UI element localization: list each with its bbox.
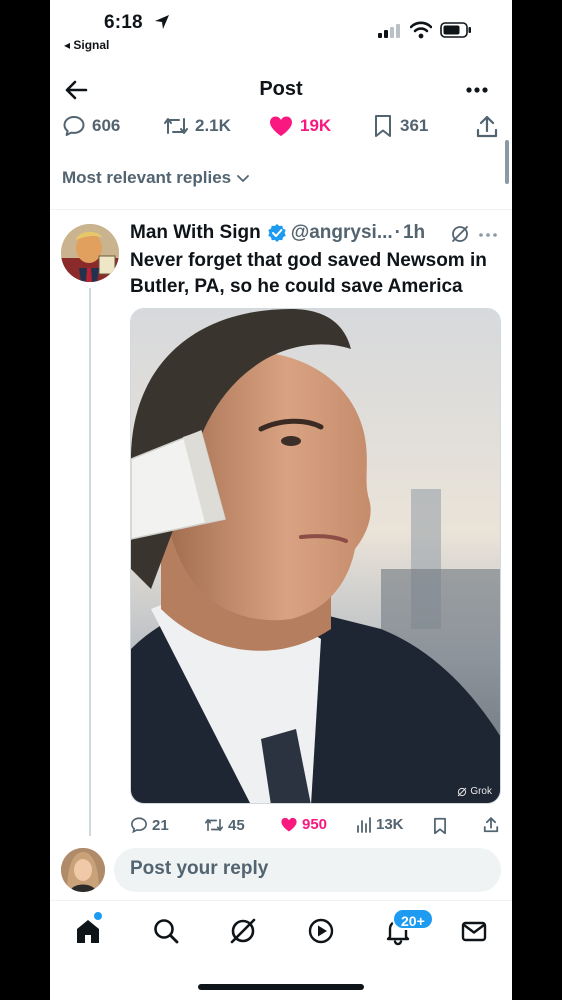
reply-icon (131, 817, 147, 834)
reply-button[interactable]: 21 (130, 816, 169, 834)
grok-watermark-label: Grok (470, 786, 492, 797)
heart-filled-icon (281, 817, 297, 832)
phone-screen: 6:18 ◂ Signal Post 606 2.1K 19K 361 Most… (50, 0, 512, 1000)
wifi-icon (410, 21, 432, 39)
cellular-signal-icon (378, 24, 400, 38)
home-unread-dot (94, 912, 102, 920)
search-icon[interactable] (150, 915, 182, 947)
location-arrow-icon (155, 15, 169, 29)
divider (50, 209, 512, 210)
status-bar: 6:18 ◂ Signal (50, 0, 512, 60)
reply-like-count: 950 (302, 816, 328, 833)
messages-envelope-icon[interactable] (458, 915, 490, 947)
reply-more-icon[interactable] (478, 232, 498, 238)
like-count-button[interactable]: 19K (268, 114, 331, 138)
like-button[interactable]: 950 (280, 816, 327, 833)
reply-input[interactable]: Post your reply (114, 848, 501, 892)
portrait-image (131, 309, 500, 803)
author-handle[interactable]: @angrysi... (291, 222, 393, 244)
bookmark-icon[interactable] (432, 817, 448, 835)
reply-count-button[interactable]: 606 (62, 114, 120, 138)
grok-tab-icon[interactable] (227, 915, 259, 947)
share-icon[interactable] (482, 816, 500, 834)
thread-line (89, 288, 91, 836)
home-indicator[interactable] (198, 984, 364, 990)
bookmark-count-button[interactable]: 361 (372, 114, 428, 138)
avatar-image (61, 224, 119, 282)
reply-repost-count: 45 (228, 816, 245, 834)
post-stats-row: 606 2.1K 19K 361 (50, 112, 512, 142)
chevron-down-icon (237, 175, 250, 182)
bookmark-count: 361 (400, 116, 429, 135)
reply-text: Never forget that god saved Newsom in Bu… (130, 250, 487, 297)
share-icon[interactable] (474, 114, 500, 140)
meta-separator: · (394, 222, 401, 243)
reply-sort-dropdown[interactable]: Most relevant replies (62, 168, 251, 188)
reply-sort-label: Most relevant replies (62, 168, 232, 187)
grok-watermark-icon (457, 787, 467, 796)
repost-icon (164, 118, 188, 134)
repost-count-button[interactable]: 2.1K (163, 114, 231, 138)
like-count: 19K (300, 116, 332, 135)
scrollbar[interactable] (505, 140, 509, 184)
back-to-app-link[interactable]: ◂ Signal (64, 38, 109, 52)
post-time[interactable]: 1h (403, 222, 425, 244)
page-title: Post (259, 78, 303, 100)
reply-view-count: 13K (376, 816, 404, 833)
reply-author-avatar[interactable] (61, 224, 119, 282)
notifications-badge: 20+ (392, 908, 434, 930)
reply-reply-count: 21 (152, 816, 169, 834)
reply-count: 606 (92, 116, 121, 135)
repost-count: 2.1K (195, 116, 231, 135)
post-header: Post (50, 70, 512, 110)
views-chart-icon (357, 816, 371, 833)
grok-icon[interactable] (450, 224, 470, 244)
video-play-icon[interactable] (305, 915, 337, 947)
reply-icon (63, 116, 85, 136)
status-time: 6:18 (104, 12, 143, 33)
repost-button[interactable]: 45 (204, 816, 245, 834)
views-button[interactable]: 13K (356, 816, 404, 833)
grok-watermark: Grok (457, 786, 492, 797)
repost-icon (204, 818, 224, 832)
heart-filled-icon (270, 116, 292, 136)
battery-icon (440, 22, 471, 38)
reply-action-bar: 21 45 950 13K (130, 814, 504, 838)
author-name[interactable]: Man With Sign (130, 222, 261, 244)
verified-badge-icon (268, 224, 286, 242)
current-user-avatar-image (61, 848, 105, 892)
more-options-icon[interactable] (462, 78, 492, 102)
reply-media-image[interactable]: Grok (130, 308, 501, 804)
bookmark-icon (375, 115, 391, 137)
current-user-avatar[interactable] (61, 848, 105, 892)
